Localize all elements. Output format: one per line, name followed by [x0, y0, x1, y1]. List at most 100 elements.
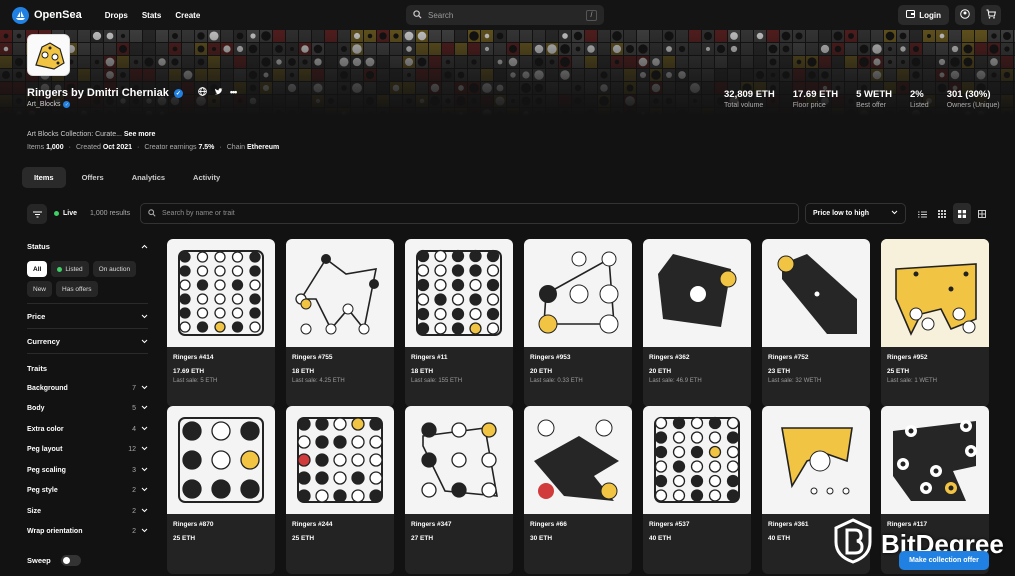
nft-price: 23 ETH [768, 368, 791, 375]
nft-last-sale: Last sale: 1 WETH [887, 378, 938, 384]
chevron-down-icon [141, 446, 148, 453]
view-large-button[interactable] [973, 203, 991, 224]
divider [27, 353, 148, 354]
bitdegree-logo-icon [833, 518, 873, 571]
filter-toggle-button[interactable] [27, 203, 47, 224]
trait-name: Body [27, 405, 45, 413]
nft-image [524, 239, 632, 347]
status-listed[interactable]: Listed [51, 261, 89, 277]
global-search-input[interactable]: Search / [406, 5, 604, 25]
nft-card[interactable]: Ringers #244 25 ETH [286, 406, 394, 574]
sort-label: Price low to high [813, 210, 870, 217]
search-placeholder: Search [428, 10, 454, 20]
nft-last-sale: Last sale: 32 WETH [768, 378, 822, 384]
trait-row[interactable]: Background 7 [27, 378, 148, 399]
status-listed-label: Listed [65, 265, 83, 273]
meta-created: Created Oct 2021 [75, 144, 132, 151]
trait-row[interactable]: Peg scaling 3 [27, 460, 148, 481]
cart-button[interactable] [981, 5, 1001, 25]
nft-card[interactable]: Ringers #870 25 ETH [167, 406, 275, 574]
stat-value: 32,809 ETH [724, 89, 775, 100]
stat-value: 5 WETH [856, 89, 893, 100]
meta-chain: Chain Ethereum [226, 144, 280, 151]
trait-name: Extra color [27, 425, 64, 433]
nft-name: Ringers #66 [530, 521, 567, 528]
login-label: Login [919, 10, 941, 20]
trait-row[interactable]: Wrap orientation 2 [27, 522, 148, 543]
chevron-down-icon [141, 508, 148, 515]
stat-total-volume: 32,809 ETH Total volume [724, 89, 775, 109]
nft-card[interactable]: Ringers #11 18 ETH Last sale: 155 ETH [405, 239, 513, 407]
sweep-toggle[interactable] [60, 555, 81, 566]
nft-last-sale: Last sale: 0.33 ETH [530, 378, 583, 384]
trait-count: 5 [132, 405, 136, 413]
nft-price: 17.69 ETH [173, 368, 205, 375]
divider [27, 303, 148, 304]
view-grid-button[interactable] [953, 203, 971, 224]
nft-card[interactable]: Ringers #362 20 ETH Last sale: 46.9 ETH [643, 239, 751, 407]
nft-card[interactable]: Ringers #755 18 ETH Last sale: 4.25 ETH [286, 239, 394, 407]
trait-row[interactable]: Peg style 2 [27, 481, 148, 502]
nav-link-stats[interactable]: Stats [142, 11, 162, 20]
nft-name: Ringers #952 [887, 354, 928, 361]
trait-row[interactable]: Peg layout 12 [27, 440, 148, 461]
meta-items: Items 1,000 [27, 144, 64, 151]
trait-search-input[interactable]: Search by name or trait [140, 203, 799, 224]
view-list-button[interactable] [913, 203, 931, 224]
opensea-logo-icon [12, 6, 29, 24]
collection-title-row: Ringers by Dmitri Cherniak ✓ ••• [27, 87, 238, 99]
nft-image [643, 406, 751, 514]
twitter-icon[interactable] [214, 87, 223, 99]
opensea-logo[interactable]: OpenSea [12, 6, 82, 24]
nft-image [167, 406, 275, 514]
nft-card[interactable]: Ringers #414 17.69 ETH Last sale: 5 ETH [167, 239, 275, 407]
nft-image [286, 406, 394, 514]
currency-section-header[interactable]: Currency [27, 331, 148, 351]
trait-count: 12 [128, 446, 136, 454]
more-options-icon[interactable]: ••• [230, 87, 238, 99]
trait-row[interactable]: Body 5 [27, 399, 148, 420]
trait-list: Background 7 Body 5 Extra color 4 Peg layout 12… [27, 378, 148, 542]
trait-row[interactable]: Extra color 4 [27, 419, 148, 440]
nft-price: 25 ETH [887, 368, 910, 375]
tab-offers[interactable]: Offers [70, 167, 116, 188]
status-on-auction[interactable]: On auction [92, 261, 137, 277]
tab-items[interactable]: Items [22, 167, 66, 188]
trait-search-placeholder: Search by name or trait [162, 210, 235, 217]
collection-stats: 32,809 ETH Total volume 17.69 ETH Floor pr… [724, 89, 1000, 109]
profile-button[interactable] [955, 5, 975, 25]
chevron-down-icon [141, 337, 148, 346]
make-collection-offer-button[interactable]: Make collection offer [899, 551, 989, 570]
nft-card[interactable]: Ringers #66 30 ETH [524, 406, 632, 574]
status-new[interactable]: New [27, 281, 53, 297]
stat-value: 17.69 ETH [792, 89, 839, 100]
nft-image [881, 239, 989, 347]
nft-card[interactable]: Ringers #953 20 ETH Last sale: 0.33 ETH [524, 239, 632, 407]
cart-icon [986, 6, 996, 24]
status-has-offers[interactable]: Has offers [56, 281, 98, 297]
trait-count: 3 [132, 466, 136, 474]
view-grid-small-button[interactable] [933, 203, 951, 224]
price-section-header[interactable]: Price [27, 306, 148, 326]
tab-analytics[interactable]: Analytics [120, 167, 177, 188]
website-icon[interactable] [198, 87, 207, 99]
nft-price: 25 ETH [173, 535, 196, 542]
currency-title: Currency [27, 336, 60, 346]
see-more-link[interactable]: See more [124, 131, 156, 138]
nft-card[interactable]: Ringers #537 40 ETH [643, 406, 751, 574]
status-all[interactable]: All [27, 261, 48, 277]
nav-link-create[interactable]: Create [175, 11, 200, 20]
tab-activity[interactable]: Activity [181, 167, 232, 188]
sort-select[interactable]: Price low to high [805, 203, 906, 224]
nft-card[interactable]: Ringers #752 23 ETH Last sale: 32 WETH [762, 239, 870, 407]
nft-price: 20 ETH [649, 368, 672, 375]
nav-link-drops[interactable]: Drops [105, 11, 128, 20]
nft-card[interactable]: Ringers #952 25 ETH Last sale: 1 WETH [881, 239, 989, 407]
stat-label: Listed [910, 102, 929, 109]
login-button[interactable]: Login [898, 5, 949, 25]
nft-card[interactable]: Ringers #347 27 ETH [405, 406, 513, 574]
creator-name[interactable]: Art_Blocks [27, 101, 60, 108]
trait-row[interactable]: Size 2 [27, 501, 148, 522]
status-section-header[interactable]: Status [27, 236, 148, 256]
live-indicator: Live [54, 210, 77, 217]
